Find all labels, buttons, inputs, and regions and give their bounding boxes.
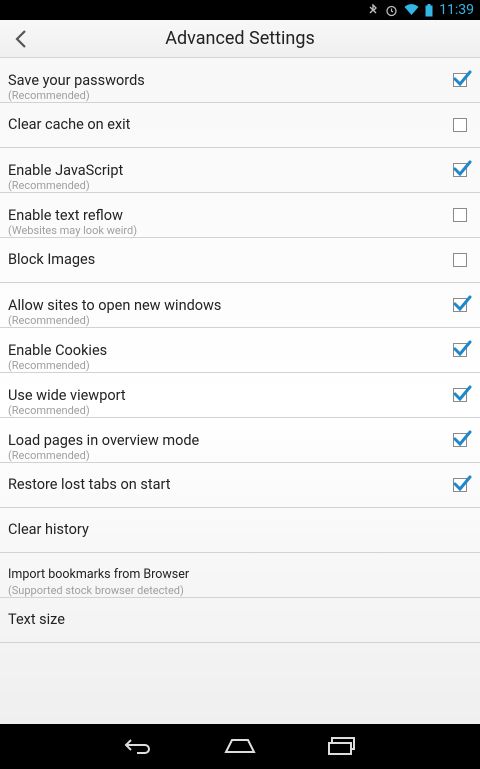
action-bar: Advanced Settings [0, 20, 480, 58]
setting-subtitle: (Recommended) [8, 314, 90, 327]
setting-label: Load pages in overview mode [8, 432, 200, 449]
setting-checkbox[interactable] [453, 340, 472, 357]
setting-row[interactable]: Allow sites to open new windows (Recommen… [0, 283, 480, 328]
setting-label: Clear cache on exit [8, 116, 131, 133]
settings-screen: Advanced Settings Save your passwords (Re… [0, 20, 480, 724]
navigation-bar [0, 724, 480, 769]
setting-checkbox[interactable] [453, 118, 467, 132]
setting-row[interactable]: Text size [0, 598, 480, 643]
settings-list: Save your passwords (Recommended) Clear ca… [0, 58, 480, 643]
setting-checkbox[interactable] [453, 70, 472, 87]
setting-label: Use wide viewport [8, 387, 126, 404]
setting-label: Text size [8, 611, 65, 628]
setting-row[interactable]: Load pages in overview mode (Recommended) [0, 418, 480, 463]
battery-icon [425, 3, 433, 17]
nav-home-button[interactable] [220, 732, 260, 760]
setting-subtitle: (Supported stock browser detected) [8, 584, 184, 597]
setting-checkbox[interactable] [453, 295, 472, 312]
setting-row[interactable]: Enable JavaScript (Recommended) [0, 148, 480, 193]
wifi-icon [404, 4, 419, 16]
setting-row[interactable]: Clear history [0, 508, 480, 553]
status-time: 11:39 [439, 2, 474, 18]
setting-label: Enable Cookies [8, 342, 108, 359]
checkmark-icon [453, 340, 472, 357]
checkmark-icon [453, 295, 472, 312]
setting-label: Save your passwords [8, 72, 145, 89]
checkmark-icon [453, 430, 472, 447]
setting-label: Block Images [8, 251, 96, 268]
setting-subtitle: (Recommended) [8, 89, 90, 102]
setting-checkbox[interactable] [453, 430, 472, 447]
setting-row[interactable]: Import bookmarks from Browser (Supported … [0, 553, 480, 598]
setting-label: Enable text reflow [8, 207, 123, 224]
setting-checkbox[interactable] [453, 385, 472, 402]
setting-subtitle: (Recommended) [8, 404, 90, 417]
setting-row[interactable]: Clear cache on exit [0, 103, 480, 148]
back-arrow-icon [124, 739, 150, 754]
setting-row[interactable]: Enable Cookies (Recommended) [0, 328, 480, 373]
alarm-icon [385, 4, 398, 17]
page-title: Advanced Settings [165, 28, 315, 49]
home-icon [224, 739, 256, 753]
setting-checkbox[interactable] [453, 160, 472, 177]
setting-label: Allow sites to open new windows [8, 297, 222, 314]
setting-subtitle: (Recommended) [8, 179, 90, 192]
checkmark-icon [453, 475, 472, 492]
setting-subtitle: (Recommended) [8, 449, 90, 462]
checkmark-icon [453, 160, 472, 177]
setting-label: Clear history [8, 521, 89, 538]
recent-apps-icon [328, 737, 355, 755]
setting-row[interactable]: Use wide viewport (Recommended) [0, 373, 480, 418]
setting-subtitle: (Recommended) [8, 359, 90, 372]
setting-row[interactable]: Block Images [0, 238, 480, 283]
setting-checkbox[interactable] [453, 475, 472, 492]
setting-row[interactable]: Enable text reflow (Websites may look wei… [0, 193, 480, 238]
setting-checkbox[interactable] [453, 253, 467, 267]
setting-label: Restore lost tabs on start [8, 476, 171, 493]
setting-row[interactable]: Save your passwords (Recommended) [0, 58, 480, 103]
checkmark-icon [453, 385, 472, 402]
checkmark-icon [453, 70, 472, 87]
nav-recents-button[interactable] [322, 732, 362, 760]
setting-row[interactable]: Restore lost tabs on start [0, 463, 480, 508]
setting-label: Import bookmarks from Browser [8, 567, 190, 582]
status-bar: 11:39 [0, 0, 480, 20]
nav-back-button[interactable] [118, 732, 158, 760]
setting-subtitle: (Websites may look weird) [8, 224, 138, 237]
setting-label: Enable JavaScript [8, 162, 124, 179]
setting-checkbox[interactable] [453, 208, 467, 222]
bluetooth-muted-icon [367, 4, 379, 16]
